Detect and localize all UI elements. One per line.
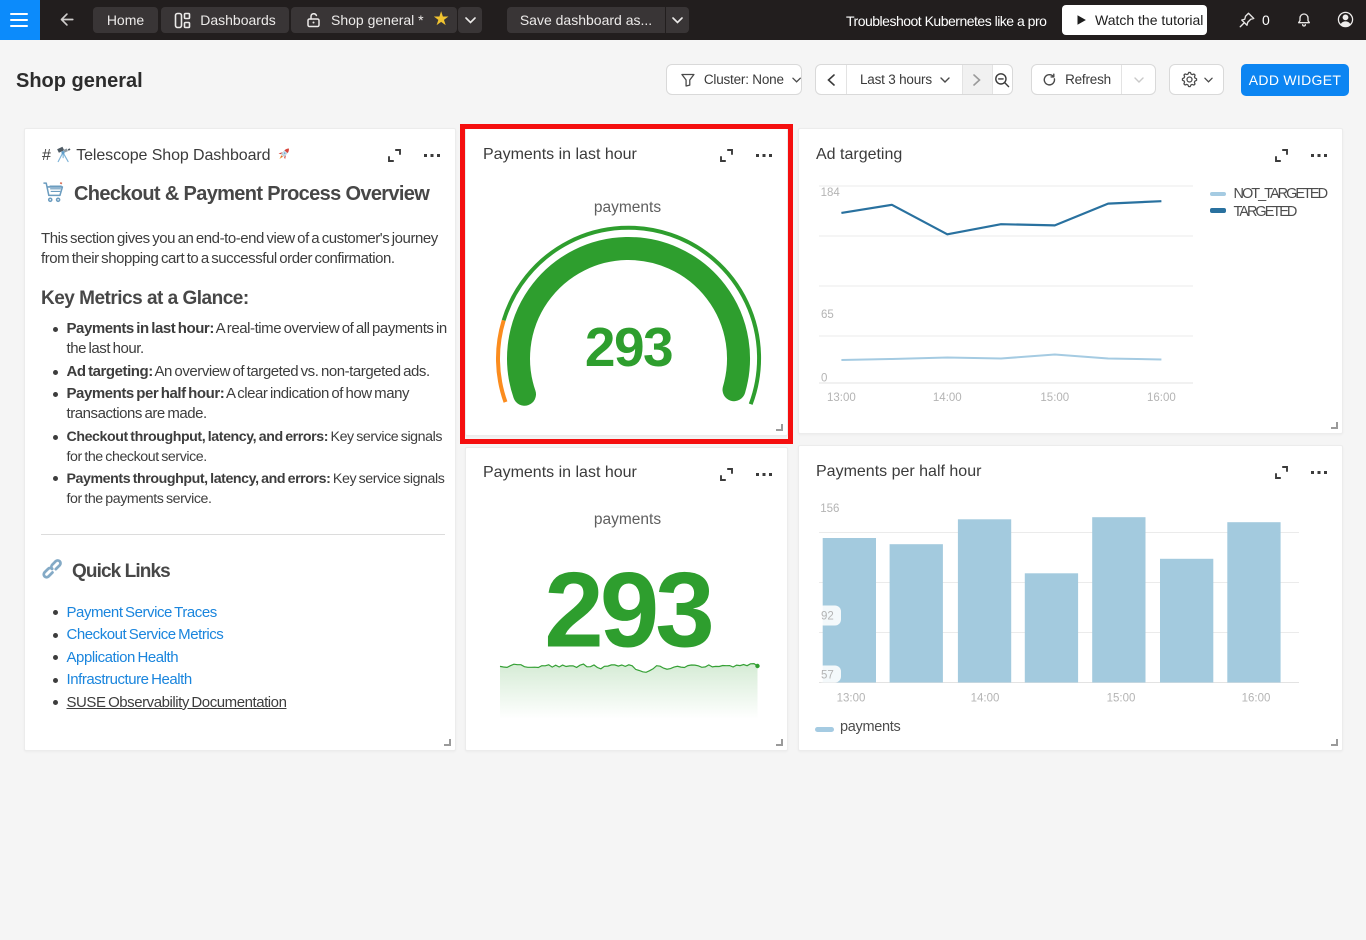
svg-text:57: 57 [821,670,834,682]
svg-text:184: 184 [821,187,841,199]
svg-text:16:00: 16:00 [1147,392,1176,404]
svg-text:13:00: 13:00 [827,392,856,404]
svg-text:16:00: 16:00 [1242,693,1271,705]
svg-text:293: 293 [585,316,672,378]
svg-text:65: 65 [821,309,834,321]
svg-text:13:00: 13:00 [837,693,866,705]
svg-text:92: 92 [821,611,834,623]
svg-text:156: 156 [820,503,839,515]
svg-text:0: 0 [821,372,827,384]
svg-text:14:00: 14:00 [971,693,1000,705]
svg-text:15:00: 15:00 [1107,693,1136,705]
svg-text:293: 293 [544,550,711,670]
svg-text:14:00: 14:00 [933,392,962,404]
svg-text:15:00: 15:00 [1040,392,1069,404]
